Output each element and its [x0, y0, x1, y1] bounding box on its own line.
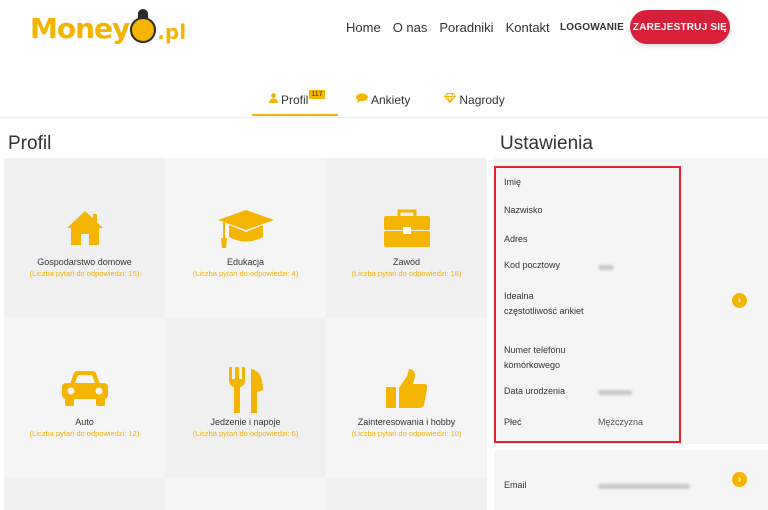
nav-poradniki[interactable]: Poradniki — [439, 20, 493, 35]
logo[interactable]: Money .pl — [30, 8, 186, 48]
email-edit-arrow-icon[interactable]: › — [732, 472, 747, 487]
category-count: (Liczba pytań do odpowiedzi: 16) — [351, 269, 462, 278]
graduation-cap-icon — [165, 208, 326, 252]
field-telefon-label: Numer telefonu komórkowego — [504, 345, 566, 370]
category-count: (Liczba pytań do odpowiedzi: 10) — [351, 429, 462, 438]
field-kod-label: Kod pocztowy — [504, 260, 561, 270]
category-edukacja[interactable]: Edukacja (Liczba pytań do odpowiedzi: 4) — [165, 158, 326, 318]
logo-suffix: .pl — [157, 20, 187, 44]
field-plec-label: Płeć — [504, 417, 522, 427]
coin-mascot-icon — [130, 9, 157, 43]
tab-profil-label: Profil — [281, 93, 309, 107]
blurred-value — [598, 265, 614, 270]
category-auto[interactable]: Auto (Liczba pytań do odpowiedzi: 12) — [4, 318, 165, 478]
diamond-icon — [444, 93, 457, 106]
user-icon — [269, 93, 278, 106]
category-count: (Liczba pytań do odpowiedzi: 6) — [192, 429, 299, 438]
house-icon — [4, 208, 165, 252]
register-button[interactable]: ZAREJESTRUJ SIĘ — [630, 10, 730, 44]
field-data-urodzenia-label: Data urodzenia — [504, 386, 566, 396]
header: Money .pl Home O nas Poradniki Kontakt L… — [0, 0, 768, 60]
category-jedzenie[interactable]: Jedzenie i napoje (Liczba pytań do odpow… — [165, 318, 326, 478]
field-email-label: Email — [504, 480, 527, 490]
category-count: (Liczba pytań do odpowiedzi: 12) — [29, 429, 140, 438]
blurred-email-value — [598, 484, 690, 489]
category-name: Auto — [75, 417, 94, 427]
category-gospodarstwo[interactable]: Gospodarstwo domowe (Liczba pytań do odp… — [4, 158, 165, 318]
briefcase-icon — [326, 208, 487, 252]
category-count: (Liczba pytań do odpowiedzi: 4) — [192, 269, 299, 278]
nav-kontakt[interactable]: Kontakt — [506, 20, 550, 35]
settings-email-panel — [494, 450, 768, 510]
category-tile-partial — [326, 478, 487, 510]
nav-home[interactable]: Home — [346, 20, 381, 35]
blurred-value — [598, 390, 632, 395]
field-imie-label: Imię — [504, 177, 522, 187]
field-nazwisko-label: Nazwisko — [504, 205, 543, 215]
settings-edit-arrow-icon[interactable]: › — [732, 293, 747, 308]
category-name: Zainteresowania i hobby — [357, 417, 456, 427]
cutlery-icon — [165, 366, 326, 416]
category-name: Edukacja — [226, 257, 265, 267]
settings-title: Ustawienia — [500, 133, 593, 154]
profile-tabs: Profil 117 Ankiety Nagrody — [252, 90, 505, 118]
tab-ankiety-label: Ankiety — [371, 93, 411, 107]
main-nav: Home O nas Poradniki Kontakt — [346, 20, 550, 35]
field-plec-value: Mężczyzna — [598, 417, 644, 427]
field-czestotliwosc-label: Idealna częstotliwość ankiet — [504, 291, 584, 316]
category-tile-partial — [4, 478, 165, 510]
field-adres-label: Adres — [504, 234, 528, 244]
tab-profil[interactable]: Profil 117 — [252, 90, 338, 116]
category-tile-partial — [165, 478, 326, 510]
logo-text: Money — [30, 11, 130, 45]
category-name: Gospodarstwo domowe — [37, 257, 132, 267]
tab-profil-badge: 117 — [309, 90, 325, 99]
car-icon — [4, 368, 165, 412]
thumbs-up-icon — [326, 368, 487, 412]
tab-nagrody-label: Nagrody — [459, 93, 505, 107]
profil-title: Profil — [8, 133, 52, 154]
tab-nagrody[interactable]: Nagrody — [444, 90, 505, 116]
login-link[interactable]: LOGOWANIE — [560, 22, 624, 33]
category-count: (Liczba pytań do odpowiedzi: 15) — [29, 269, 140, 278]
nav-o-nas[interactable]: O nas — [393, 20, 428, 35]
category-zawod[interactable]: Zawód (Liczba pytań do odpowiedzi: 16) — [326, 158, 487, 318]
tab-ankiety[interactable]: Ankiety — [356, 90, 410, 116]
tabs-divider — [0, 117, 768, 118]
category-zainteresowania[interactable]: Zainteresowania i hobby (Liczba pytań do… — [326, 318, 487, 478]
category-name: Zawód — [392, 257, 420, 267]
speech-bubble-icon — [356, 93, 368, 106]
category-name: Jedzenie i napoje — [210, 417, 281, 427]
